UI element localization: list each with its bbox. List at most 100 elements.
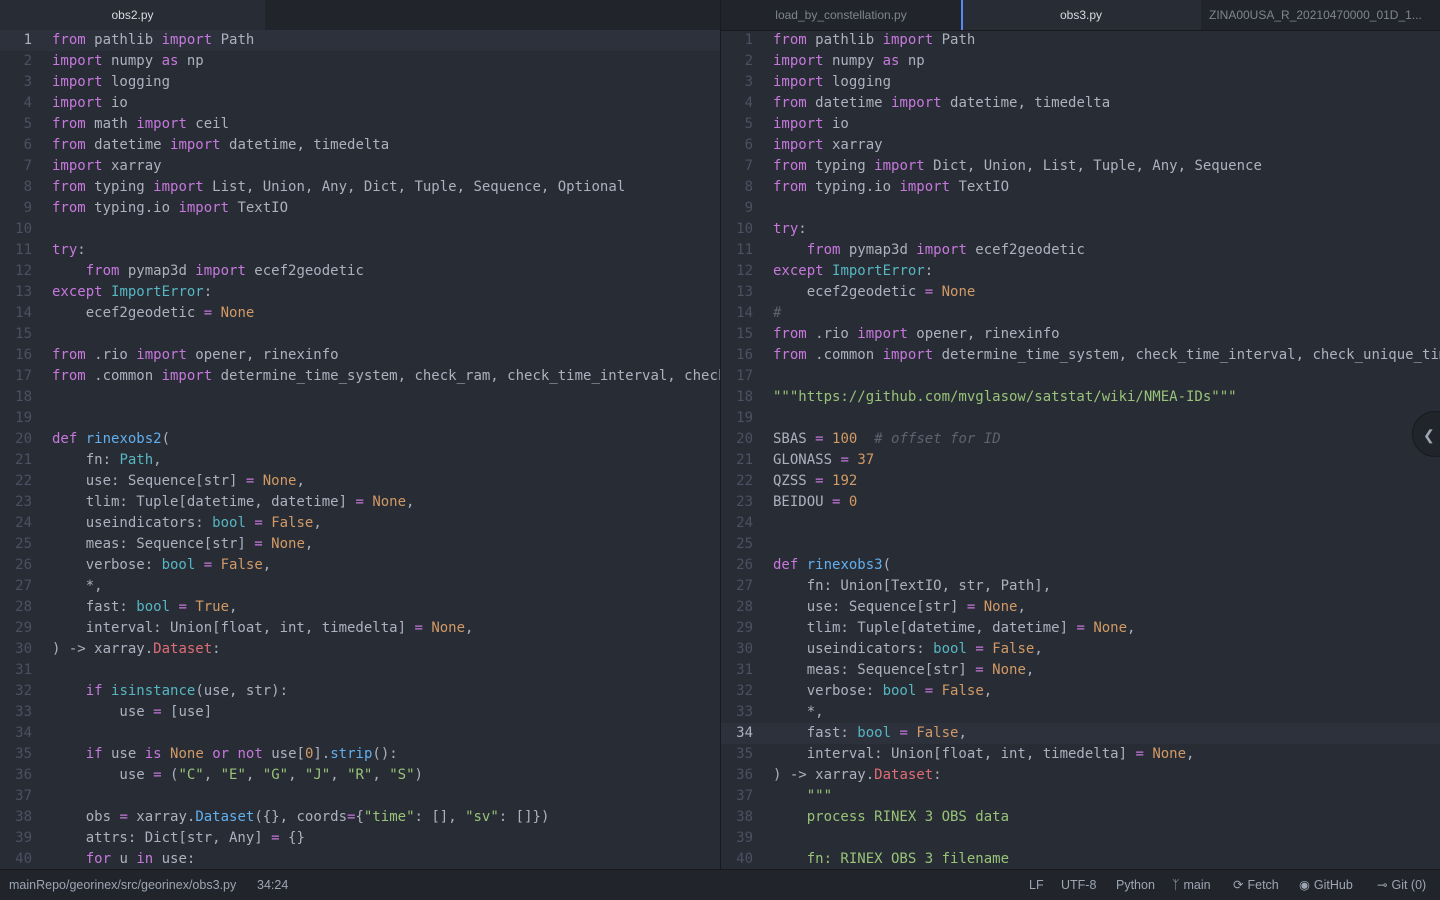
code-line[interactable]: 39 attrs: Dict[str, Any] = {} <box>0 828 720 849</box>
code-line[interactable]: 20 SBAS = 100 # offset for ID <box>721 429 1440 450</box>
code-line[interactable]: 14 # <box>721 303 1440 324</box>
code-line[interactable]: 30) -> xarray.Dataset: <box>0 639 720 660</box>
code-line[interactable]: 8 from typing.io import TextIO <box>721 177 1440 198</box>
code-line[interactable]: 2 import numpy as np <box>721 51 1440 72</box>
tab-obs3-py[interactable]: obs3.py <box>961 0 1201 30</box>
code-text: BEIDOU = 0 <box>773 492 857 513</box>
code-line[interactable]: 34 fast: bool = False, <box>721 723 1440 744</box>
code-line[interactable]: 33 use = [use] <box>0 702 720 723</box>
code-line[interactable]: 38 process RINEX 3 OBS data <box>721 807 1440 828</box>
code-line[interactable]: 31 <box>0 660 720 681</box>
code-line[interactable]: 25 meas: Sequence[str] = None, <box>0 534 720 555</box>
code-line[interactable]: 6 import xarray <box>721 135 1440 156</box>
cursor-position[interactable]: 34:24 <box>257 870 288 900</box>
code-line[interactable]: 35 interval: Union[float, int, timedelta… <box>721 744 1440 765</box>
code-line[interactable]: 38 obs = xarray.Dataset({}, coords={"tim… <box>0 807 720 828</box>
code-line[interactable]: 5 from math import ceil <box>0 114 720 135</box>
code-line[interactable]: 12 except ImportError: <box>721 261 1440 282</box>
left-code-editor[interactable]: 1 from pathlib import Path 2 import numpy a… <box>0 30 720 869</box>
code-text: from pathlib import Path <box>52 30 254 51</box>
code-line[interactable]: 29 interval: Union[float, int, timedelta… <box>0 618 720 639</box>
code-line[interactable]: 14 ecef2geodetic = None <box>0 303 720 324</box>
code-line[interactable]: 1 from pathlib import Path <box>0 30 720 51</box>
code-line[interactable]: 37 <box>0 786 720 807</box>
code-line[interactable]: 18 <box>0 387 720 408</box>
code-line[interactable]: 21 fn: Path, <box>0 450 720 471</box>
code-line[interactable]: 7 import xarray <box>0 156 720 177</box>
tab-zina00usa-rinex[interactable]: ZINA00USA_R_20210470000_01D_1... <box>1201 0 1440 30</box>
code-line[interactable]: 1 from pathlib import Path <box>721 30 1440 51</box>
code-line[interactable]: 2 import numpy as np <box>0 51 720 72</box>
fetch-button[interactable]: ⟳ Fetch <box>1233 870 1279 900</box>
code-line[interactable]: 27 fn: Union[TextIO, str, Path], <box>721 576 1440 597</box>
tab-load-by-constellation-py[interactable]: load_by_constellation.py <box>721 0 961 30</box>
code-line[interactable]: 34 <box>0 723 720 744</box>
code-line[interactable]: 20 def rinexobs2( <box>0 429 720 450</box>
code-line[interactable]: 8 from typing import List, Union, Any, Di… <box>0 177 720 198</box>
code-line[interactable]: 21 GLONASS = 37 <box>721 450 1440 471</box>
code-line[interactable]: 15 from .rio import opener, rinexinfo <box>721 324 1440 345</box>
code-line[interactable]: 19 <box>0 408 720 429</box>
code-line[interactable]: 39 <box>721 828 1440 849</box>
code-line[interactable]: 15 <box>0 324 720 345</box>
code-line[interactable]: 23 BEIDOU = 0 <box>721 492 1440 513</box>
code-line[interactable]: 28 fast: bool = True, <box>0 597 720 618</box>
code-line[interactable]: 22 QZSS = 192 <box>721 471 1440 492</box>
line-ending[interactable]: LF <box>1029 870 1044 900</box>
code-line[interactable]: 11 try: <box>0 240 720 261</box>
code-line[interactable]: 36 use = ("C", "E", "G", "J", "R", "S") <box>0 765 720 786</box>
code-line[interactable]: 32 verbose: bool = False, <box>721 681 1440 702</box>
code-line[interactable]: 9 from typing.io import TextIO <box>0 198 720 219</box>
code-line[interactable]: 22 use: Sequence[str] = None, <box>0 471 720 492</box>
code-line[interactable]: 16 from .common import determine_time_sys… <box>721 345 1440 366</box>
grammar-selector[interactable]: Python <box>1116 870 1155 900</box>
code-line[interactable]: 32 if isinstance(use, str): <box>0 681 720 702</box>
git-button[interactable]: ⊸ Git (0) <box>1377 870 1426 900</box>
code-line[interactable]: 26 verbose: bool = False, <box>0 555 720 576</box>
github-button[interactable]: ◉ GitHub <box>1299 870 1353 900</box>
code-line[interactable]: 29 tlim: Tuple[datetime, datetime] = Non… <box>721 618 1440 639</box>
file-path[interactable]: mainRepo/georinex/src/georinex/obs3.py <box>9 870 236 900</box>
code-line[interactable]: 13 except ImportError: <box>0 282 720 303</box>
code-line[interactable]: 40 for u in use: <box>0 849 720 869</box>
code-line[interactable]: 7 from typing import Dict, Union, List, T… <box>721 156 1440 177</box>
code-line[interactable]: 13 ecef2geodetic = None <box>721 282 1440 303</box>
code-line[interactable]: 11 from pymap3d import ecef2geodetic <box>721 240 1440 261</box>
code-line[interactable]: 30 useindicators: bool = False, <box>721 639 1440 660</box>
code-line[interactable]: 12 from pymap3d import ecef2geodetic <box>0 261 720 282</box>
file-encoding[interactable]: UTF-8 <box>1061 870 1096 900</box>
code-line[interactable]: 18 """https://github.com/mvglasow/satstat… <box>721 387 1440 408</box>
code-line[interactable]: 35 if use is None or not use[0].strip(): <box>0 744 720 765</box>
code-line[interactable]: 3 import logging <box>721 72 1440 93</box>
right-code-editor[interactable]: 1 from pathlib import Path 2 import numpy a… <box>721 30 1440 869</box>
code-line[interactable]: 10 <box>0 219 720 240</box>
code-line[interactable]: 4 from datetime import datetime, timedelt… <box>721 93 1440 114</box>
code-line[interactable]: 24 <box>721 513 1440 534</box>
code-line[interactable]: 17 <box>721 366 1440 387</box>
code-line[interactable]: 33 *, <box>721 702 1440 723</box>
code-line[interactable]: 9 <box>721 198 1440 219</box>
code-line[interactable]: 28 use: Sequence[str] = None, <box>721 597 1440 618</box>
code-line[interactable]: 37 """ <box>721 786 1440 807</box>
code-line[interactable]: 31 meas: Sequence[str] = None, <box>721 660 1440 681</box>
code-token: = <box>1076 620 1085 636</box>
branch-button[interactable]: ᛉ main <box>1172 870 1211 900</box>
code-line[interactable]: 25 <box>721 534 1440 555</box>
code-line[interactable]: 16 from .rio import opener, rinexinfo <box>0 345 720 366</box>
line-number: 19 <box>15 410 32 426</box>
code-token: use: Sequence[str] <box>773 599 967 615</box>
code-line[interactable]: 19 <box>721 408 1440 429</box>
code-line[interactable]: 23 tlim: Tuple[datetime, datetime] = Non… <box>0 492 720 513</box>
tab-obs2-py[interactable]: obs2.py <box>0 0 265 30</box>
code-line[interactable]: 4 import io <box>0 93 720 114</box>
code-line[interactable]: 6 from datetime import datetime, timedelt… <box>0 135 720 156</box>
code-line[interactable]: 17 from .common import determine_time_sys… <box>0 366 720 387</box>
code-line[interactable]: 40 fn: RINEX OBS 3 filename <box>721 849 1440 869</box>
code-line[interactable]: 24 useindicators: bool = False, <box>0 513 720 534</box>
code-line[interactable]: 27 *, <box>0 576 720 597</box>
code-line[interactable]: 10 try: <box>721 219 1440 240</box>
code-line[interactable]: 36) -> xarray.Dataset: <box>721 765 1440 786</box>
code-line[interactable]: 5 import io <box>721 114 1440 135</box>
code-line[interactable]: 3 import logging <box>0 72 720 93</box>
code-line[interactable]: 26 def rinexobs3( <box>721 555 1440 576</box>
